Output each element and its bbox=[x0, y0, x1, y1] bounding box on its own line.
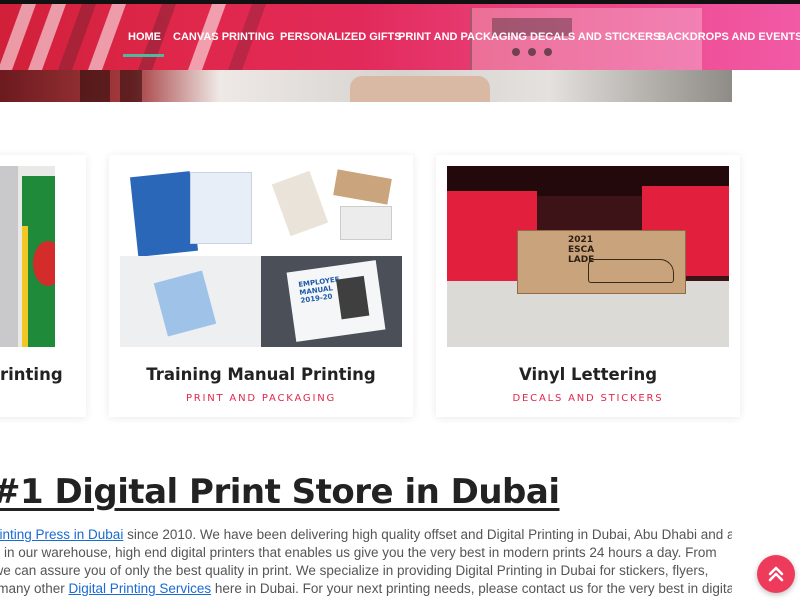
engraved-plaque: 2021 ESCA LADE bbox=[517, 230, 686, 294]
top-border bbox=[0, 0, 800, 4]
booklet-stack bbox=[333, 169, 392, 205]
manual-photo-left bbox=[120, 256, 261, 347]
flag-stripe bbox=[22, 226, 28, 347]
product-card[interactable]: EMPLOYEE MANUAL 2019-20 Training Manual … bbox=[109, 155, 413, 417]
binder bbox=[153, 270, 217, 337]
flag-emblem bbox=[33, 241, 55, 286]
plaque-line: 2021 bbox=[568, 235, 594, 245]
nav-active-indicator bbox=[123, 54, 164, 57]
hero-shirt-pattern bbox=[120, 70, 142, 102]
card-image: EMPLOYEE MANUAL 2019-20 bbox=[120, 166, 402, 347]
card-title[interactable]: Training Manual Printing bbox=[109, 365, 413, 384]
manual-cover: EMPLOYEE MANUAL 2019-20 bbox=[286, 260, 386, 342]
digital-printing-services-link[interactable]: Digital Printing Services bbox=[69, 581, 212, 596]
paragraph-text: since 2010. We have been delivering high… bbox=[123, 527, 732, 542]
booklet-stack bbox=[271, 170, 329, 237]
card-category-link[interactable]: DECALS AND STICKERS bbox=[436, 393, 740, 404]
card-image: 2021 ESCA LADE bbox=[447, 166, 729, 347]
product-card[interactable]: 2021 ESCA LADE Vinyl Lettering DECALS AN… bbox=[436, 155, 740, 417]
paragraph-line: Printing Press in Dubai since 2010. We h… bbox=[0, 527, 732, 542]
double-chevron-up-icon bbox=[768, 566, 784, 582]
manual-cover-photo bbox=[336, 275, 370, 320]
car-engraving bbox=[588, 259, 674, 283]
nav-backdrops-and-events[interactable]: BACKDROPS AND EVENTS bbox=[658, 31, 800, 43]
booklet-open bbox=[340, 206, 392, 240]
paragraph-line: d many other Digital Printing Services h… bbox=[0, 581, 732, 596]
manual-photo-right: EMPLOYEE MANUAL 2019-20 bbox=[261, 256, 402, 347]
card-image-wall bbox=[0, 166, 18, 347]
hero-arm bbox=[350, 76, 490, 102]
card-title[interactable]: Vinyl Lettering bbox=[436, 365, 740, 384]
paragraph-line: ve in our warehouse, high end digital pr… bbox=[0, 545, 732, 560]
nav-print-and-packaging[interactable]: PRINT AND PACKAGING bbox=[398, 31, 527, 43]
brochure-white bbox=[190, 172, 252, 244]
card-title[interactable]: rinting bbox=[0, 365, 106, 384]
plaque-line: ESCA bbox=[568, 245, 595, 255]
nav-home[interactable]: HOME bbox=[128, 31, 161, 43]
paragraph-line: , we can assure you of only the best qua… bbox=[0, 563, 732, 578]
printing-press-link[interactable]: Printing Press in Dubai bbox=[0, 527, 123, 542]
paragraph-text: here in Dubai. For your next printing ne… bbox=[211, 581, 732, 596]
scroll-top-button[interactable] bbox=[757, 555, 795, 593]
nav-decals-and-stickers[interactable]: DECALS AND STICKERS bbox=[530, 31, 660, 43]
paragraph-text: ve in our warehouse, high end digital pr… bbox=[0, 545, 717, 560]
section-heading: #1 Digital Print Store in Dubai bbox=[0, 472, 560, 512]
main-nav: HOME CANVAS PRINTING PERSONALIZED GIFTS … bbox=[0, 4, 800, 70]
nav-canvas-printing[interactable]: CANVAS PRINTING bbox=[173, 31, 274, 43]
card-image bbox=[0, 166, 55, 347]
hero-image bbox=[0, 70, 732, 102]
product-card[interactable]: rinting bbox=[0, 155, 86, 417]
card-category-link[interactable]: PRINT AND PACKAGING bbox=[109, 393, 413, 404]
brochure-blue bbox=[129, 171, 199, 257]
hero-shirt-pattern bbox=[80, 70, 110, 102]
paragraph-text: d many other bbox=[0, 581, 65, 596]
nav-personalized-gifts[interactable]: PERSONALIZED GIFTS bbox=[280, 31, 402, 43]
paragraph-text: , we can assure you of only the best qua… bbox=[0, 563, 709, 578]
